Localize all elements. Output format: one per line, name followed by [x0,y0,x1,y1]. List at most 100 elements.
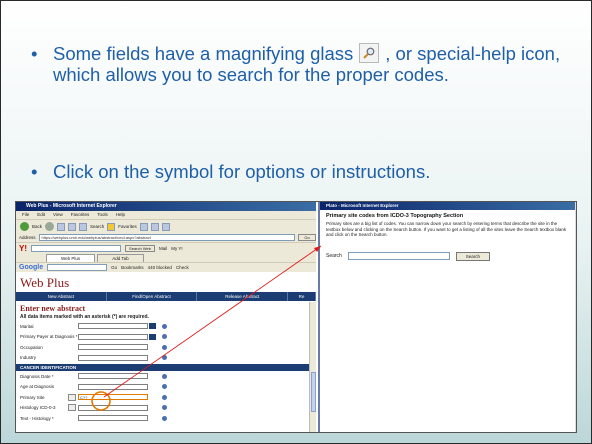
chevron-down-icon[interactable] [149,333,156,340]
back-label[interactable]: Back [32,224,42,229]
tab-strip: Web Plus Add Tab [16,253,316,262]
search-label[interactable]: Search [90,224,104,229]
app-title: Web Plus [20,275,70,290]
menu-edit[interactable]: Edit [37,211,45,219]
address-label: Address [19,235,36,240]
menu-file[interactable]: File [22,211,29,219]
google-search-input[interactable] [47,264,108,271]
field-row: Histology ICD-0-3 [16,403,316,414]
yahoo-logo[interactable]: Y! [19,244,27,253]
help-icon[interactable] [162,334,167,340]
bullet-item: • Some fields have a magnifying glass, o… [31,43,571,85]
google-blocked[interactable]: 440 blocked [148,265,172,270]
menu-tools[interactable]: Tools [97,211,108,219]
bullet-dot: • [31,161,38,182]
nav-find-open[interactable]: Find/Open Abstract [107,292,198,301]
browser-toolbar: Back Search Favorites [16,219,316,233]
google-go-button[interactable]: Go [111,265,117,270]
field-label: Diagnosis Date * [20,373,54,379]
nav-more[interactable]: Re [288,292,316,301]
help-icon[interactable] [162,373,167,379]
magnifier-icon[interactable] [68,393,76,401]
google-logo[interactable]: Google [19,264,43,271]
forward-arrow-icon[interactable] [45,222,55,231]
age-input[interactable] [78,383,148,390]
payer-select[interactable] [78,333,148,340]
bullet-item: • Click on the symbol for options or ins… [31,161,571,182]
occupation-input[interactable] [78,344,148,351]
google-toolbar: Google Go Bookmarks 440 blocked Check [16,262,316,272]
industry-input[interactable] [78,354,148,361]
marital-select[interactable] [78,323,148,330]
address-bar: Address https://webplus.umh.edu/webplus/… [16,233,316,242]
scrollbar[interactable] [309,302,316,432]
primary-site-input[interactable]: C?? [78,394,148,401]
tab-add[interactable]: Add Tab [97,254,144,262]
field-row: Occupation [16,342,316,353]
right-popup-window: Plato - Microsoft Internet Explorer Prim… [318,202,576,432]
star-icon[interactable] [107,222,116,231]
back-arrow-icon[interactable] [20,222,29,231]
help-icon[interactable] [162,344,167,350]
field-row: Industry [16,353,316,364]
popup-search-row: Search Search [320,238,576,261]
menu-bar: File Edit View Favorites Tools Help [16,211,316,219]
address-input[interactable]: https://webplus.umh.edu/webplus/abstract… [38,234,295,241]
popup-heading: Primary site codes from ICDO-3 Topograph… [326,213,464,219]
help-icon[interactable] [162,355,167,361]
field-label: Industry [20,355,37,361]
popup-search-button[interactable]: Search [455,251,490,261]
app-nav: New Abstract Find/Open Abstract Release … [16,292,316,301]
google-check[interactable]: Check [176,265,189,270]
popup-title: Plato - Microsoft Internet Explorer [320,202,576,210]
menu-favorites[interactable]: Favorites [71,211,90,219]
yahoo-my-link[interactable]: My Y! [171,246,182,251]
mail-icon[interactable] [150,222,159,231]
print-icon[interactable] [161,222,170,231]
nav-release[interactable]: Release Abstract [197,292,289,301]
help-icon[interactable] [162,323,167,329]
field-label: Marital [20,323,34,329]
tab-web-plus[interactable]: Web Plus [46,254,96,262]
popup-description: Primary sites are a big list of codes. Y… [326,221,567,237]
field-label: Age at Diagnosis [20,384,55,390]
nav-new-abstract[interactable]: New Abstract [16,292,107,301]
text-histology-input[interactable] [78,415,148,422]
bullet-text-before: Some fields have a magnifying glass [53,43,354,64]
menu-view[interactable]: View [53,211,63,219]
magnifier-icon [359,43,380,63]
chevron-down-icon[interactable] [149,323,156,330]
refresh-icon[interactable] [68,222,77,231]
help-icon[interactable] [162,394,167,400]
form-heading: Enter new abstract [20,304,86,313]
popup-scrollbar[interactable] [575,202,576,432]
field-row: Age at Diagnosis [16,382,316,393]
yahoo-search-button[interactable]: Search Web [125,244,155,252]
scrollbar-thumb[interactable] [311,372,316,412]
yahoo-search-input[interactable] [31,244,121,252]
help-icon[interactable] [162,384,167,390]
bullet-text: Click on the symbol for options or instr… [53,161,431,182]
help-icon[interactable] [162,405,167,411]
bullet-list: • Some fields have a magnifying glass, o… [31,43,571,182]
help-icon[interactable] [162,415,167,421]
google-bookmarks[interactable]: Bookmarks [121,265,144,270]
favorites-label[interactable]: Favorites [118,224,137,229]
menu-help[interactable]: Help [116,211,125,219]
field-label: Text - Histology * [20,415,54,421]
magnifier-icon[interactable] [68,404,76,412]
field-label: Primary Payer at Diagnosis * [20,334,78,340]
field-label: Occupation [20,344,43,350]
left-browser-window: Web Plus - Microsoft Internet Explorer F… [16,202,316,432]
field-row: Diagnosis Date * [16,371,316,382]
diagnosis-date-input[interactable] [78,373,148,380]
stop-icon[interactable] [57,222,66,231]
go-button[interactable]: Go [298,234,316,241]
slide: • Some fields have a magnifying glass, o… [0,0,592,444]
media-icon[interactable] [139,222,148,231]
popup-search-input[interactable] [347,252,450,260]
histology-input[interactable] [78,404,148,411]
yahoo-mail-link[interactable]: Mail [159,246,167,251]
bullet-dot: • [31,43,38,64]
home-icon[interactable] [79,222,88,231]
